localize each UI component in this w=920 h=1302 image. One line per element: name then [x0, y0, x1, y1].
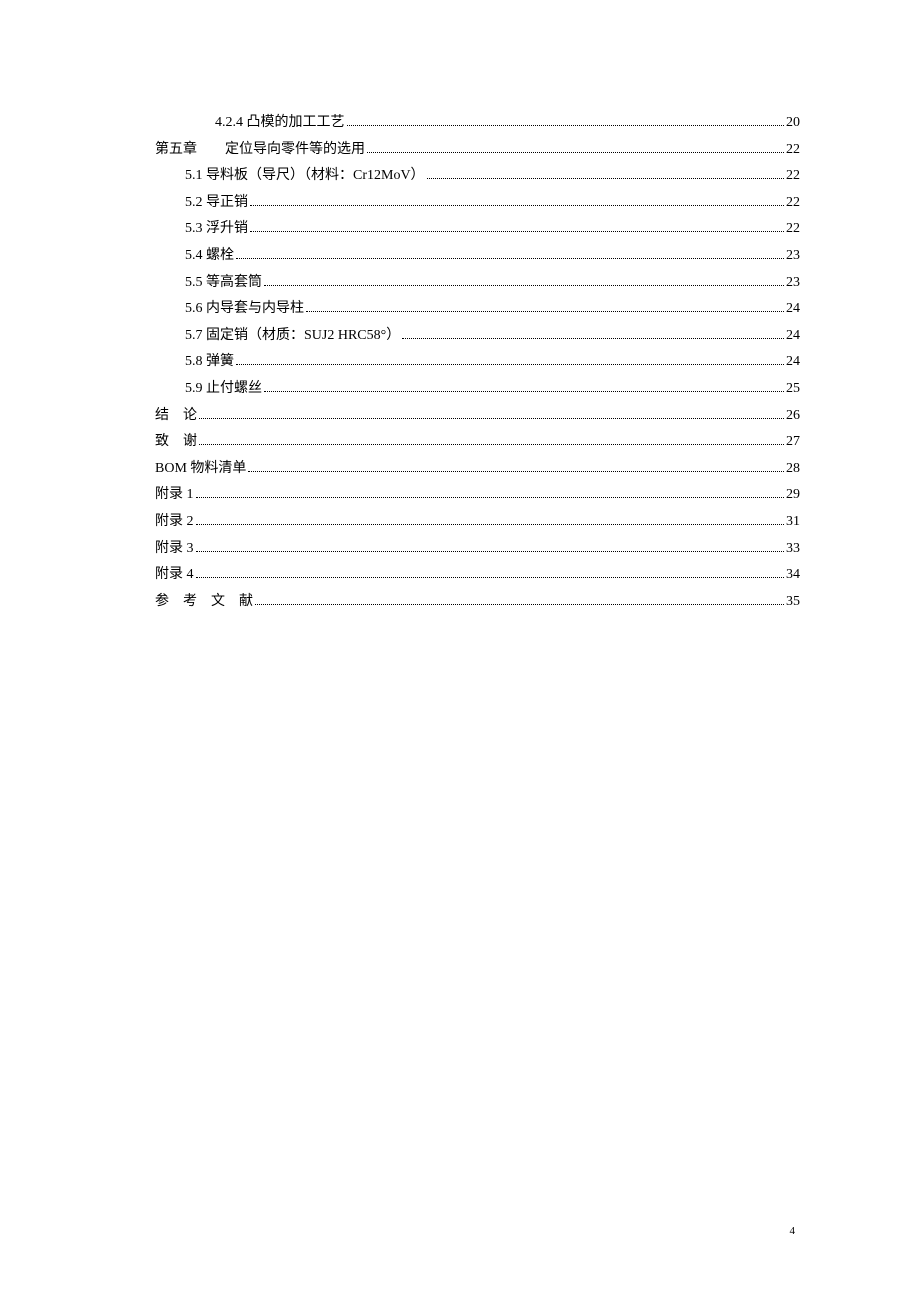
toc-entry-page: 22: [786, 216, 800, 243]
toc-entry-page: 24: [786, 323, 800, 350]
toc-entry-label: 5.6 内导套与内导柱: [185, 296, 304, 323]
toc-entry: BOM 物料清单 28: [155, 456, 800, 483]
toc-list: 4.2.4 凸模的加工工艺20第五章 定位导向零件等的选用225.1 导料板（导…: [155, 110, 800, 615]
toc-entry-page: 25: [786, 376, 800, 403]
toc-entry-label: 结 论: [155, 403, 197, 430]
toc-entry-page: 31: [786, 509, 800, 536]
toc-leader-dots: [250, 205, 784, 206]
toc-entry-page: 24: [786, 349, 800, 376]
toc-entry-page: 23: [786, 270, 800, 297]
toc-entry: 5.3 浮升销 22: [155, 216, 800, 243]
toc-entry-label: 附录 3: [155, 536, 194, 563]
toc-entry: 5.6 内导套与内导柱 24: [155, 296, 800, 323]
toc-entry: 5.8 弹簧 24: [155, 349, 800, 376]
toc-entry-label: 5.3 浮升销: [185, 216, 248, 243]
toc-leader-dots: [199, 418, 784, 419]
toc-page: 4.2.4 凸模的加工工艺20第五章 定位导向零件等的选用225.1 导料板（导…: [0, 0, 920, 615]
toc-entry-label: BOM 物料清单: [155, 456, 246, 483]
toc-leader-dots: [196, 551, 785, 552]
toc-leader-dots: [264, 391, 784, 392]
toc-entry-page: 23: [786, 243, 800, 270]
toc-entry-label: 5.5 等高套筒: [185, 270, 262, 297]
toc-leader-dots: [264, 285, 784, 286]
toc-entry-label: 致 谢: [155, 429, 197, 456]
toc-entry-page: 22: [786, 190, 800, 217]
toc-leader-dots: [236, 258, 784, 259]
toc-leader-dots: [367, 152, 784, 153]
toc-entry-label: 第五章 定位导向零件等的选用: [155, 137, 365, 164]
toc-entry: 5.5 等高套筒 23: [155, 270, 800, 297]
toc-leader-dots: [250, 231, 784, 232]
toc-entry: 5.4 螺栓 23: [155, 243, 800, 270]
toc-entry: 致 谢 27: [155, 429, 800, 456]
toc-entry: 第五章 定位导向零件等的选用 22: [155, 137, 800, 164]
toc-entry-label: 5.7 固定销（材质：SUJ2 HRC58°）: [185, 323, 400, 350]
toc-leader-dots: [347, 125, 785, 126]
toc-entry-label: 5.1 导料板（导尺）（材料：Cr12MoV）: [185, 163, 425, 190]
toc-leader-dots: [255, 604, 784, 605]
toc-leader-dots: [248, 471, 784, 472]
toc-entry-page: 28: [786, 456, 800, 483]
toc-leader-dots: [199, 444, 784, 445]
toc-entry-page: 22: [786, 137, 800, 164]
toc-leader-dots: [236, 364, 784, 365]
toc-entry-page: 20: [786, 110, 800, 137]
toc-entry-page: 22: [786, 163, 800, 190]
toc-leader-dots: [402, 338, 784, 339]
toc-entry: 附录 1 29: [155, 482, 800, 509]
toc-entry-label: 5.4 螺栓: [185, 243, 234, 270]
toc-entry-page: 29: [786, 482, 800, 509]
toc-entry: 5.9 止付螺丝 25: [155, 376, 800, 403]
toc-entry-label: 5.2 导正销: [185, 190, 248, 217]
toc-entry-label: 5.9 止付螺丝: [185, 376, 262, 403]
toc-entry: 附录 4 34: [155, 562, 800, 589]
toc-entry-label: 附录 2: [155, 509, 194, 536]
toc-leader-dots: [196, 577, 785, 578]
toc-entry-label: 附录 1: [155, 482, 194, 509]
toc-leader-dots: [427, 178, 784, 179]
toc-entry: 5.2 导正销 22: [155, 190, 800, 217]
toc-entry-label: 5.8 弹簧: [185, 349, 234, 376]
toc-entry: 附录 2 31: [155, 509, 800, 536]
toc-leader-dots: [306, 311, 784, 312]
toc-entry-page: 24: [786, 296, 800, 323]
page-number: 4: [790, 1225, 796, 1237]
toc-leader-dots: [196, 524, 785, 525]
toc-entry: 参 考 文 献 35: [155, 589, 800, 616]
toc-entry-page: 33: [786, 536, 800, 563]
toc-entry: 5.1 导料板（导尺）（材料：Cr12MoV） 22: [155, 163, 800, 190]
toc-entry-page: 27: [786, 429, 800, 456]
toc-entry-label: 4.2.4 凸模的加工工艺: [215, 110, 345, 137]
toc-entry: 4.2.4 凸模的加工工艺 20: [155, 110, 800, 137]
toc-entry-label: 参 考 文 献: [155, 589, 253, 616]
toc-entry-page: 34: [786, 562, 800, 589]
toc-entry-page: 35: [786, 589, 800, 616]
toc-entry: 5.7 固定销（材质：SUJ2 HRC58°） 24: [155, 323, 800, 350]
toc-leader-dots: [196, 497, 785, 498]
toc-entry-label: 附录 4: [155, 562, 194, 589]
toc-entry: 附录 3 33: [155, 536, 800, 563]
toc-entry-page: 26: [786, 403, 800, 430]
toc-entry: 结 论 26: [155, 403, 800, 430]
